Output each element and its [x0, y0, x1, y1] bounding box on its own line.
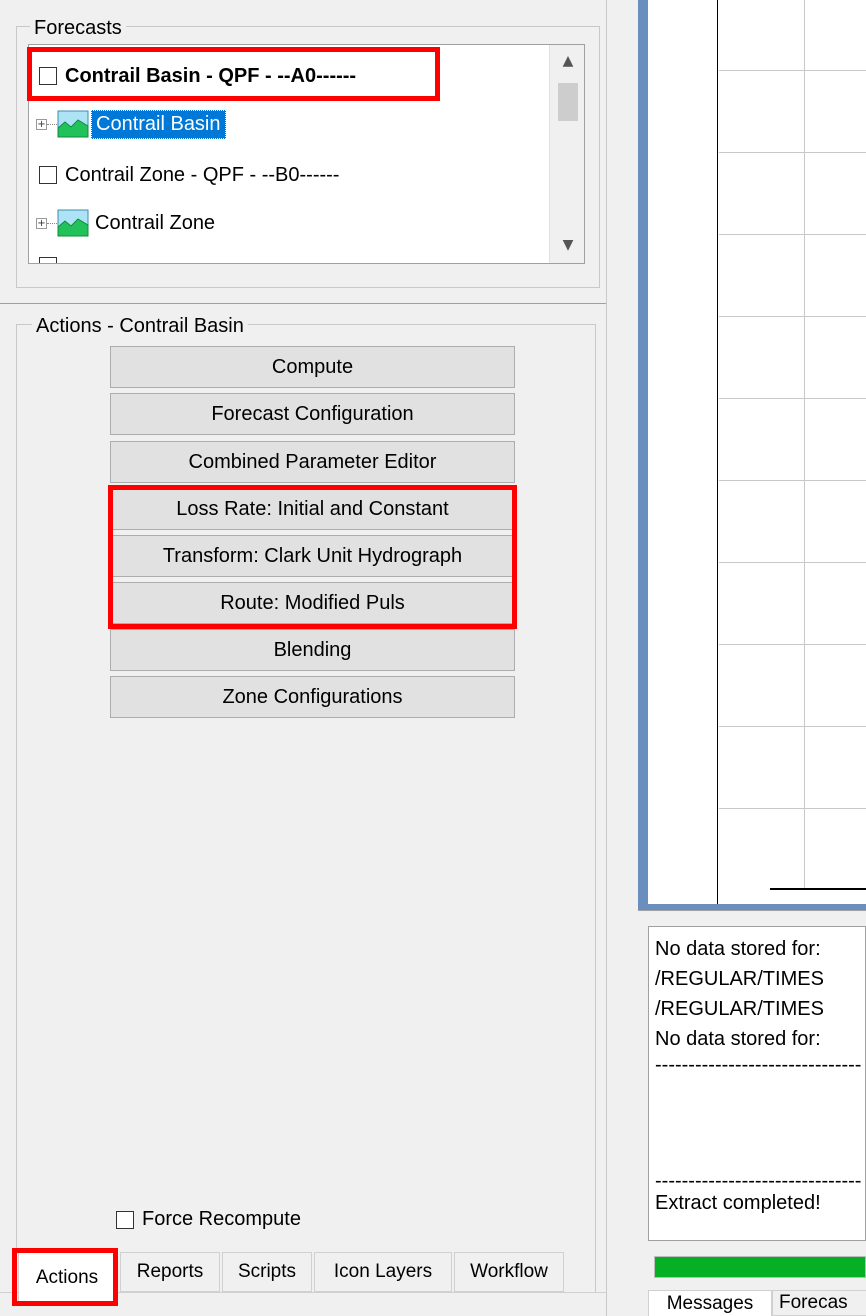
- force-recompute-option[interactable]: Force Recompute: [116, 1208, 301, 1231]
- plot-area: [648, 0, 866, 904]
- tab-forecasts[interactable]: Forecas: [772, 1290, 866, 1316]
- plot-axis-area: [648, 0, 718, 904]
- plot-baseline: [770, 888, 866, 890]
- message-line: /REGULAR/TIMES: [655, 968, 824, 990]
- tab-scripts[interactable]: Scripts: [222, 1252, 312, 1292]
- message-line: -------------------------------: [655, 1054, 862, 1076]
- tree-item-contrail-zone[interactable]: + Contrail Zone: [36, 200, 215, 246]
- splitter[interactable]: [606, 0, 638, 1316]
- tree-scrollbar[interactable]: ▲ ▼: [549, 45, 584, 263]
- highlight-actions-tab: [12, 1248, 118, 1306]
- scroll-thumb[interactable]: [558, 83, 578, 121]
- tab-icon-layers[interactable]: Icon Layers: [314, 1252, 452, 1292]
- forecast-item-label: Contrail Zone - QPF - --B0------: [65, 163, 340, 186]
- scroll-down-icon[interactable]: ▼: [550, 237, 584, 253]
- progress-fill: [655, 1257, 865, 1277]
- message-line: Extract completed!: [655, 1192, 821, 1214]
- divider: [0, 303, 606, 304]
- forecast-checkbox[interactable]: [39, 166, 57, 184]
- message-line: No data stored for:: [655, 938, 821, 960]
- zone-configurations-button[interactable]: Zone Configurations: [110, 676, 515, 718]
- tree-item-contrail-basin[interactable]: + Contrail Basin: [36, 101, 226, 147]
- plot-vertical-gridline: [804, 0, 805, 888]
- combined-parameter-editor-button[interactable]: Combined Parameter Editor: [110, 441, 515, 483]
- tree-item-label: Contrail Basin: [91, 109, 226, 139]
- compute-button[interactable]: Compute: [110, 346, 515, 388]
- tab-reports[interactable]: Reports: [120, 1252, 220, 1292]
- expand-icon[interactable]: +: [36, 217, 47, 229]
- forecasts-title: Forecasts: [30, 17, 126, 39]
- forecast-item-zone-qpf[interactable]: Contrail Zone - QPF - --B0------: [39, 152, 339, 198]
- tab-workflow[interactable]: Workflow: [454, 1252, 564, 1292]
- actions-title: Actions - Contrail Basin: [32, 315, 248, 337]
- highlight-method-buttons: [108, 485, 517, 629]
- progress-bar: [654, 1256, 866, 1278]
- force-recompute-label: Force Recompute: [142, 1208, 301, 1230]
- basin-icon: [57, 209, 89, 237]
- basin-icon: [57, 110, 89, 138]
- blending-button[interactable]: Blending: [110, 629, 515, 671]
- force-recompute-checkbox[interactable]: [116, 1210, 134, 1229]
- tab-messages[interactable]: Messages: [648, 1290, 772, 1316]
- partial-checkbox: [39, 257, 57, 263]
- message-line: No data stored for:: [655, 1028, 821, 1050]
- tree-item-label: Contrail Zone: [95, 211, 216, 234]
- expand-icon[interactable]: +: [36, 118, 47, 130]
- highlight-forecast-item: [27, 47, 440, 101]
- scroll-up-icon[interactable]: ▲: [550, 53, 584, 69]
- messages-panel[interactable]: No data stored for: /REGULAR/TIMES /REGU…: [648, 926, 866, 1241]
- forecast-configuration-button[interactable]: Forecast Configuration: [110, 393, 515, 435]
- message-line: /REGULAR/TIMES: [655, 998, 824, 1020]
